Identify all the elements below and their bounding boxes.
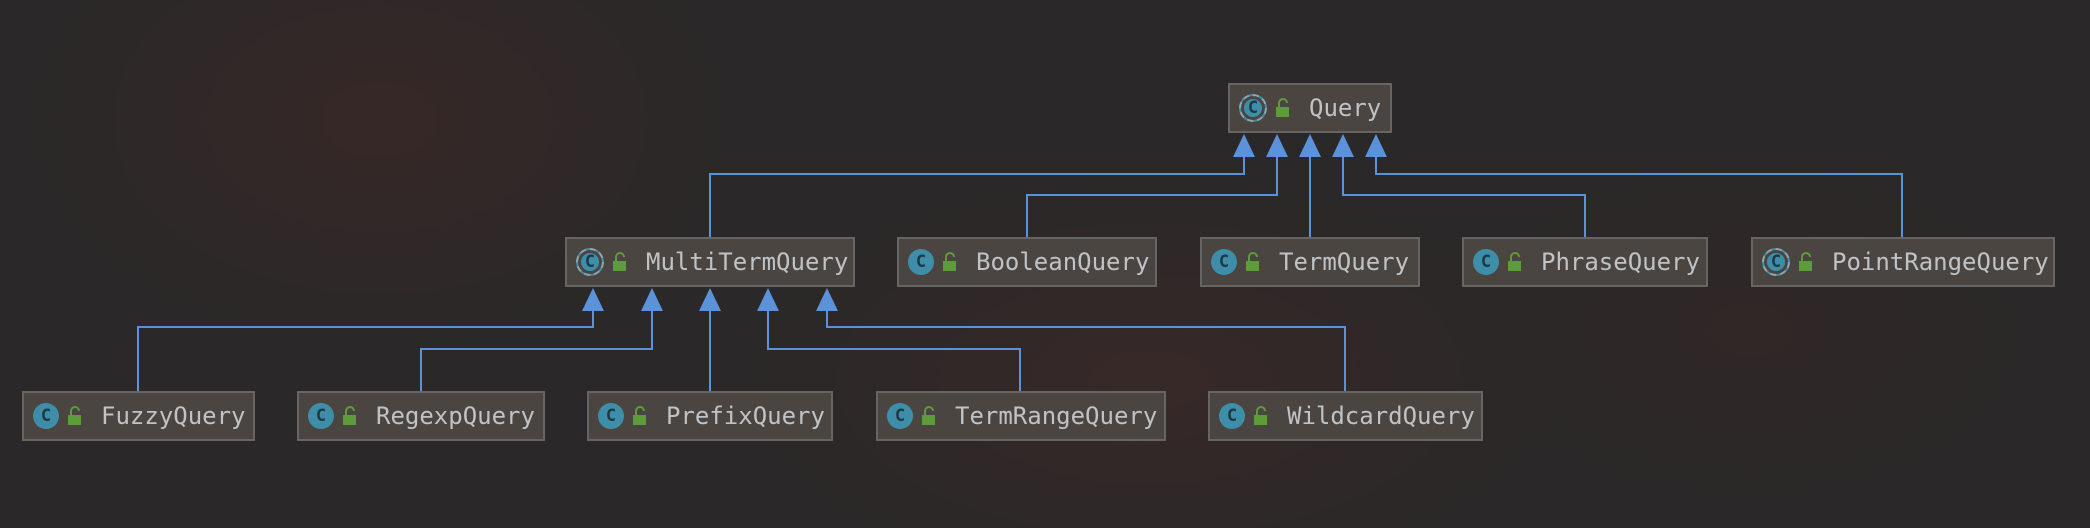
arrowhead — [1233, 134, 1255, 157]
class-icon: C — [1219, 403, 1245, 429]
arrowhead — [699, 288, 721, 311]
node-fuzzyquery[interactable]: C FuzzyQuery — [22, 391, 255, 441]
node-pointrangequery[interactable]: C PointRangeQuery — [1751, 237, 2055, 287]
abstract-class-icon: C — [1239, 94, 1267, 122]
arrowhead — [641, 288, 663, 311]
unlocked-icon — [613, 252, 626, 271]
node-multitermquery[interactable]: C MultiTermQuery — [565, 237, 855, 287]
node-booleanquery[interactable]: C BooleanQuery — [897, 237, 1157, 287]
node-wildcardquery[interactable]: C WildcardQuery — [1208, 391, 1483, 441]
unlocked-icon — [943, 252, 956, 271]
node-prefixquery[interactable]: C PrefixQuery — [587, 391, 833, 441]
class-icon: C — [908, 249, 934, 275]
arrowhead — [1365, 134, 1387, 157]
class-name: MultiTermQuery — [646, 248, 849, 276]
class-name: WildcardQuery — [1287, 402, 1475, 430]
arrowhead — [582, 288, 604, 311]
abstract-class-icon: C — [576, 248, 604, 276]
unlocked-icon — [1246, 252, 1259, 271]
class-name: FuzzyQuery — [101, 402, 246, 430]
class-name: PointRangeQuery — [1832, 248, 2049, 276]
unlocked-icon — [68, 406, 81, 425]
arrowhead — [1299, 134, 1321, 157]
class-hierarchy-diagram: C Query C MultiTermQuery C BooleanQuery … — [0, 0, 2090, 528]
class-name: BooleanQuery — [976, 248, 1150, 276]
arrowhead — [757, 288, 779, 311]
arrowhead — [1332, 134, 1354, 157]
edge-termrangequery-to-multitermquery — [767, 306, 1021, 391]
arrowhead — [816, 288, 838, 311]
class-icon: C — [1211, 249, 1237, 275]
class-icon: C — [887, 403, 913, 429]
unlocked-icon — [922, 406, 935, 425]
edge-phrasequery-to-query — [1342, 152, 1586, 237]
class-name: Query — [1309, 94, 1382, 122]
class-icon: C — [598, 403, 624, 429]
abstract-class-icon: C — [1762, 248, 1790, 276]
node-query[interactable]: C Query — [1228, 83, 1392, 133]
class-name: TermRangeQuery — [955, 402, 1158, 430]
unlocked-icon — [633, 406, 646, 425]
class-name: PrefixQuery — [666, 402, 825, 430]
unlocked-icon — [343, 406, 356, 425]
node-phrasequery[interactable]: C PhraseQuery — [1462, 237, 1708, 287]
unlocked-icon — [1254, 406, 1267, 425]
node-termquery[interactable]: C TermQuery — [1200, 237, 1420, 287]
class-icon: C — [1473, 249, 1499, 275]
class-name: TermQuery — [1279, 248, 1410, 276]
class-icon: C — [308, 403, 334, 429]
class-name: RegexpQuery — [376, 402, 535, 430]
edge-regexpquery-to-multitermquery — [420, 306, 653, 391]
arrowhead — [1266, 134, 1288, 157]
node-termrangequery[interactable]: C TermRangeQuery — [876, 391, 1166, 441]
node-regexpquery[interactable]: C RegexpQuery — [297, 391, 545, 441]
class-name: PhraseQuery — [1541, 248, 1700, 276]
class-icon: C — [33, 403, 59, 429]
unlocked-icon — [1799, 252, 1812, 271]
unlocked-icon — [1508, 252, 1521, 271]
edge-booleanquery-to-query — [1026, 152, 1278, 237]
unlocked-icon — [1276, 98, 1289, 117]
